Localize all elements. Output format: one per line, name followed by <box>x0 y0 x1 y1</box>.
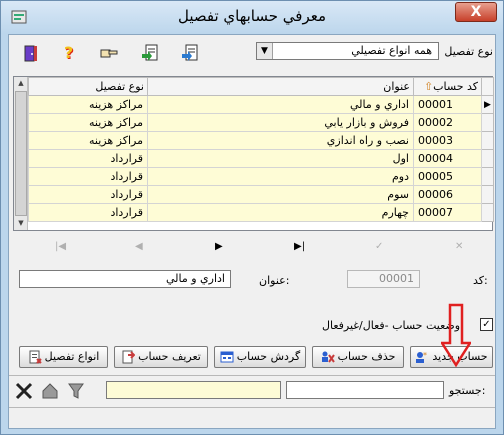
import-doc-icon[interactable] <box>181 43 201 63</box>
nav-last-button[interactable]: ▶| <box>294 241 305 252</box>
new-account-icon: * <box>416 351 427 363</box>
cell-title[interactable]: نصب و راه اندازي <box>147 131 414 150</box>
column-header-indicator <box>481 77 494 96</box>
cell-type[interactable]: قرارداد <box>28 185 148 204</box>
close-button[interactable]: X <box>455 2 497 22</box>
define-account-label: تعريف حساب <box>138 350 201 363</box>
row-indicator <box>481 185 494 204</box>
table-row[interactable]: مراكز هزينه فروش و بازار يابي 00002 <box>28 113 494 132</box>
help-icon[interactable]: ? ? <box>59 43 79 63</box>
cell-title[interactable]: اول <box>147 149 414 168</box>
cell-type[interactable]: قرارداد <box>28 203 148 222</box>
delete-account-label: حذف حساب <box>337 350 396 363</box>
scroll-thumb[interactable] <box>15 91 27 216</box>
cell-title[interactable]: چهارم <box>147 203 414 222</box>
home-icon[interactable] <box>41 382 59 400</box>
pointing-hand-icon[interactable] <box>99 43 119 63</box>
row-indicator <box>481 113 494 132</box>
nav-first-button[interactable]: |◀ <box>55 241 66 252</box>
cell-type[interactable]: قرارداد <box>28 149 148 168</box>
search-secondary-field[interactable] <box>106 381 281 399</box>
cell-title[interactable]: سوم <box>147 185 414 204</box>
turnover-icon <box>220 351 234 363</box>
table-row[interactable]: قرارداد سوم 00006 <box>28 185 494 204</box>
table-row[interactable]: قرارداد اول 00004 <box>28 149 494 168</box>
accounts-table: نوع تفصيل عنوان ⇧كد حساب مراكز هزينه ادار… <box>28 77 494 222</box>
row-indicator <box>481 167 494 186</box>
column-header-title[interactable]: عنوان <box>147 77 414 96</box>
export-doc-icon[interactable] <box>141 43 161 63</box>
cell-code[interactable]: 00005 <box>413 167 482 186</box>
record-navigator: |◀ ◀ ▶ ▶| ✓ ✕ <box>13 241 493 257</box>
cell-code[interactable]: 00002 <box>413 113 482 132</box>
code-field[interactable]: 00001 <box>347 270 420 288</box>
cell-code[interactable]: 00003 <box>413 131 482 150</box>
client-area: ? ? همه انواع تفصيلي ▼ نوع تفصيل ▲ ▼ نوع… <box>8 34 496 429</box>
account-turnover-label: گردش حساب <box>236 350 301 363</box>
chevron-down-icon[interactable]: ▼ <box>257 43 273 59</box>
current-row-indicator-icon: ▶ <box>481 95 494 114</box>
search-input[interactable] <box>286 381 444 399</box>
detail-type-label: نوع تفصيل <box>444 45 493 58</box>
column-header-code-label: كد حساب <box>433 80 478 93</box>
column-header-type[interactable]: نوع تفصيل <box>28 77 148 96</box>
row-indicator <box>481 203 494 222</box>
row-indicator <box>481 131 494 150</box>
cell-code[interactable]: 00007 <box>413 203 482 222</box>
status-bar <box>9 407 495 429</box>
account-turnover-button[interactable]: گردش حساب <box>214 346 306 368</box>
delete-account-icon <box>321 351 335 363</box>
nav-cancel-button[interactable]: ✕ <box>455 241 463 252</box>
svg-text:*: * <box>423 351 427 360</box>
tools-icon[interactable] <box>15 382 33 400</box>
nav-post-button[interactable]: ✓ <box>375 241 383 252</box>
search-area: جستجو: <box>9 375 495 405</box>
table-row[interactable]: مراكز هزينه نصب و راه اندازي 00003 <box>28 131 494 150</box>
nav-next-button[interactable]: ▶ <box>215 241 223 252</box>
define-account-button[interactable]: تعريف حساب <box>114 346 208 368</box>
scroll-up-icon[interactable]: ▲ <box>14 77 28 90</box>
table-row[interactable]: مراكز هزينه اداري و مالي 00001 ▶ <box>28 95 494 114</box>
status-label: وضعيت حساب -فعال/غيرفعال <box>322 319 461 332</box>
detail-types-label: انواع تفصيل <box>44 350 100 363</box>
cell-title[interactable]: اداري و مالي <box>147 95 414 114</box>
detail-types-button[interactable]: انواع تفصيل <box>19 346 108 368</box>
title-bar[interactable]: معرفي حسابهاي تفصيل X <box>1 1 503 34</box>
window-title: معرفي حسابهاي تفصيل <box>177 7 327 25</box>
column-header-code[interactable]: ⇧كد حساب <box>413 77 482 96</box>
cell-code[interactable]: 00004 <box>413 149 482 168</box>
row-indicator <box>481 149 494 168</box>
cell-type[interactable]: مراكز هزينه <box>28 131 148 150</box>
sort-arrow-icon: ⇧ <box>423 80 434 93</box>
cell-code[interactable]: 00001 <box>413 95 482 114</box>
table-row[interactable]: قرارداد دوم 00005 <box>28 167 494 186</box>
delete-account-button[interactable]: حذف حساب <box>312 346 404 368</box>
cell-type[interactable]: مراكز هزينه <box>28 95 148 114</box>
code-label: كد: <box>473 274 488 287</box>
cell-type[interactable]: قرارداد <box>28 167 148 186</box>
search-label: جستجو: <box>449 384 486 397</box>
accounts-grid[interactable]: ▲ ▼ نوع تفصيل عنوان ⇧كد حساب مراكز هزينه… <box>13 76 494 231</box>
cell-code[interactable]: 00006 <box>413 185 482 204</box>
table-row[interactable]: قرارداد چهارم 00007 <box>28 203 494 222</box>
main-window: معرفي حسابهاي تفصيل X ? ? همه انواع تفصي… <box>0 0 504 435</box>
scroll-down-icon[interactable]: ▼ <box>14 217 28 230</box>
grid-scrollbar[interactable]: ▲ ▼ <box>14 77 28 230</box>
filter-icon[interactable] <box>67 382 85 400</box>
title-field[interactable]: اداري و مالي <box>19 270 231 288</box>
status-checkbox[interactable]: ✓ <box>480 318 493 331</box>
svg-text:?: ? <box>64 43 73 62</box>
cell-title[interactable]: دوم <box>147 167 414 186</box>
detail-type-select[interactable]: همه انواع تفصيلي ▼ <box>256 42 439 60</box>
title-label: عنوان: <box>259 274 290 287</box>
define-account-icon <box>122 350 136 364</box>
cell-type[interactable]: مراكز هزينه <box>28 113 148 132</box>
exit-door-icon[interactable] <box>21 43 41 63</box>
cell-title[interactable]: فروش و بازار يابي <box>147 113 414 132</box>
detail-types-icon <box>29 350 42 364</box>
nav-prior-button[interactable]: ◀ <box>135 241 143 252</box>
annotation-arrow-icon <box>441 303 471 367</box>
detail-type-value: همه انواع تفصيلي <box>351 44 432 57</box>
